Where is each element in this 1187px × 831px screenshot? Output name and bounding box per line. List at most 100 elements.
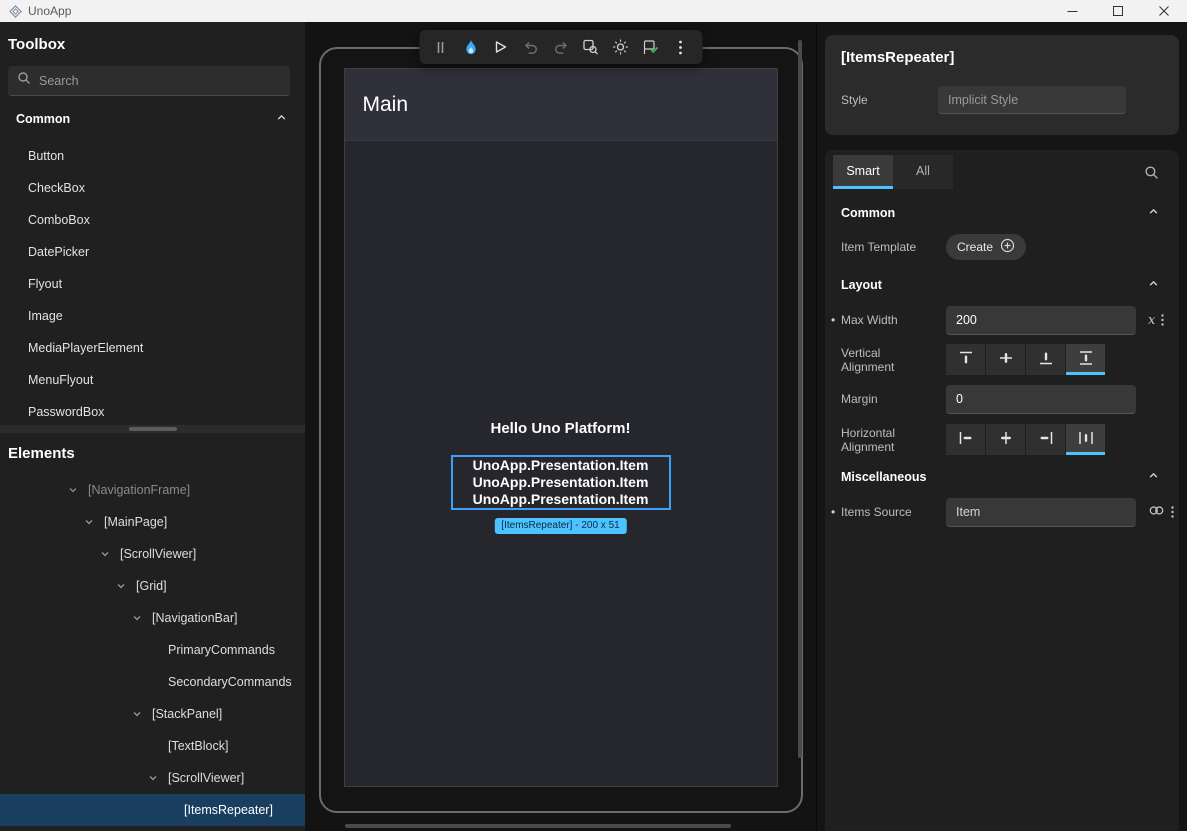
toolbox-item-button[interactable]: Button xyxy=(0,140,305,172)
minimize-button[interactable] xyxy=(1049,0,1095,22)
create-item-template-button[interactable]: Create xyxy=(946,234,1026,260)
hello-textblock[interactable]: Hello Uno Platform! xyxy=(345,420,777,437)
stretch-horizontal-icon[interactable] xyxy=(1066,424,1105,455)
tree-item-label: SecondaryCommands xyxy=(168,675,292,689)
tree-item-textblock[interactable]: [TextBlock] xyxy=(0,730,305,762)
device-screen[interactable]: Main Hello Uno Platform! UnoApp.Presenta… xyxy=(344,68,778,787)
chevron-down-icon[interactable] xyxy=(116,581,136,591)
panel-splitter[interactable] xyxy=(0,425,305,433)
tree-item-label: [NavigationFrame] xyxy=(88,483,190,497)
chevron-down-icon[interactable] xyxy=(148,773,168,783)
more-icon[interactable] xyxy=(667,34,694,60)
style-input[interactable] xyxy=(938,86,1126,114)
items-source-input[interactable] xyxy=(946,498,1136,527)
binding-x-icon[interactable]: x xyxy=(1148,313,1155,328)
toolbox-group-label: Common xyxy=(16,112,70,126)
toolbox-group-common[interactable]: Common xyxy=(0,98,305,140)
toolbox-item-passwordbox[interactable]: PasswordBox xyxy=(0,396,305,425)
repeater-item[interactable]: UnoApp.Presentation.Item xyxy=(453,457,669,474)
page-content[interactable]: Hello Uno Platform! UnoApp.Presentation.… xyxy=(345,141,777,786)
drag-handle-icon[interactable] xyxy=(427,34,454,60)
chevron-up-icon[interactable] xyxy=(1148,468,1159,486)
tree-item-mainpage[interactable]: [MainPage] xyxy=(0,506,305,538)
tree-item-navigationbar[interactable]: [NavigationBar] xyxy=(0,602,305,634)
flag-check-icon[interactable] xyxy=(637,34,664,60)
modified-property-dot: • xyxy=(831,505,835,519)
redo-icon[interactable] xyxy=(547,34,574,60)
search-icon[interactable] xyxy=(1144,165,1159,180)
max-width-input[interactable] xyxy=(946,306,1136,335)
chevron-up-icon[interactable] xyxy=(1148,276,1159,294)
tree-item-label: [ScrollViewer] xyxy=(168,771,244,785)
tree-item-grid[interactable]: [Grid] xyxy=(0,570,305,602)
more-icon[interactable] xyxy=(1161,314,1164,326)
toolbox-pane: Toolbox Common Button CheckBox ComboBox … xyxy=(0,22,305,425)
align-right-icon[interactable] xyxy=(1026,424,1065,455)
tree-item-scrollviewer-2[interactable]: [ScrollViewer] xyxy=(0,762,305,794)
chevron-down-icon[interactable] xyxy=(132,613,152,623)
chevron-down-icon[interactable] xyxy=(84,517,104,527)
toolbox-item-flyout[interactable]: Flyout xyxy=(0,268,305,300)
inspect-icon[interactable] xyxy=(577,34,604,60)
titlebar: UnoApp xyxy=(0,0,1187,22)
search-input[interactable] xyxy=(39,74,281,88)
tree-item-navigationframe[interactable]: [NavigationFrame] xyxy=(0,474,305,506)
tree-item-label: PrimaryCommands xyxy=(168,643,275,657)
undo-icon[interactable] xyxy=(517,34,544,60)
tab-all[interactable]: All xyxy=(893,155,953,189)
align-top-icon[interactable] xyxy=(946,344,985,375)
tree-item-primarycommands[interactable]: PrimaryCommands xyxy=(0,634,305,666)
plus-circle-icon xyxy=(1000,238,1015,256)
chevron-down-icon[interactable] xyxy=(100,549,120,559)
tab-smart[interactable]: Smart xyxy=(833,155,893,189)
align-bottom-icon[interactable] xyxy=(1026,344,1065,375)
maximize-button[interactable] xyxy=(1095,0,1141,22)
app-navigation-bar[interactable]: Main xyxy=(345,69,777,141)
chevron-down-icon[interactable] xyxy=(68,485,88,495)
tree-item-stackpanel[interactable]: [StackPanel] xyxy=(0,698,305,730)
chevron-down-icon[interactable] xyxy=(132,709,152,719)
chevron-up-icon[interactable] xyxy=(276,110,287,128)
flame-icon[interactable] xyxy=(457,34,484,60)
margin-input[interactable] xyxy=(946,385,1136,414)
itemsrepeater-selection[interactable]: UnoApp.Presentation.Item UnoApp.Presenta… xyxy=(451,455,671,510)
canvas-horizontal-scrollbar[interactable] xyxy=(345,824,731,828)
tree-item-scrollviewer[interactable]: [ScrollViewer] xyxy=(0,538,305,570)
tree-item-itemsrepeater[interactable]: [ItemsRepeater] xyxy=(0,794,305,826)
search-icon xyxy=(17,71,31,90)
toolbox-item-mediaplayerelement[interactable]: MediaPlayerElement xyxy=(0,332,305,364)
toolbox-item-checkbox[interactable]: CheckBox xyxy=(0,172,305,204)
tree-item-label: [NavigationBar] xyxy=(152,611,237,625)
link-icon[interactable] xyxy=(1148,503,1165,521)
tree-item-secondarycommands[interactable]: SecondaryCommands xyxy=(0,666,305,698)
toolbox-item-image[interactable]: Image xyxy=(0,300,305,332)
inspector-body-card: Smart All Common Item Template Create xyxy=(825,150,1179,831)
align-left-icon[interactable] xyxy=(946,424,985,455)
toolbox-item-datepicker[interactable]: DatePicker xyxy=(0,236,305,268)
align-vcenter-icon[interactable] xyxy=(986,344,1025,375)
toolbox-item-menuflyout[interactable]: MenuFlyout xyxy=(0,364,305,396)
close-button[interactable] xyxy=(1141,0,1187,22)
stretch-vertical-icon[interactable] xyxy=(1066,344,1105,375)
design-canvas[interactable]: Main Hello Uno Platform! UnoApp.Presenta… xyxy=(305,22,816,831)
play-icon[interactable] xyxy=(487,34,514,60)
canvas-toolbar xyxy=(419,30,702,64)
section-miscellaneous[interactable]: Miscellaneous xyxy=(825,457,1179,497)
section-layout-title: Layout xyxy=(841,278,882,292)
section-common[interactable]: Common xyxy=(825,193,1179,233)
selected-element-title: [ItemsRepeater] xyxy=(841,49,1163,66)
toolbox-item-combobox[interactable]: ComboBox xyxy=(0,204,305,236)
repeater-item[interactable]: UnoApp.Presentation.Item xyxy=(453,474,669,491)
page-title: Main xyxy=(363,93,409,117)
canvas-vertical-scrollbar[interactable] xyxy=(798,40,802,758)
more-icon[interactable] xyxy=(1171,506,1174,518)
horizontal-alignment-group xyxy=(946,424,1105,455)
tree-item-label: [ScrollViewer] xyxy=(120,547,196,561)
section-layout[interactable]: Layout xyxy=(825,265,1179,305)
splitter-handle-icon xyxy=(129,427,177,431)
toolbox-search[interactable] xyxy=(8,66,290,96)
align-hcenter-icon[interactable] xyxy=(986,424,1025,455)
repeater-item[interactable]: UnoApp.Presentation.Item xyxy=(453,491,669,508)
theme-icon[interactable] xyxy=(607,34,634,60)
chevron-up-icon[interactable] xyxy=(1148,204,1159,222)
